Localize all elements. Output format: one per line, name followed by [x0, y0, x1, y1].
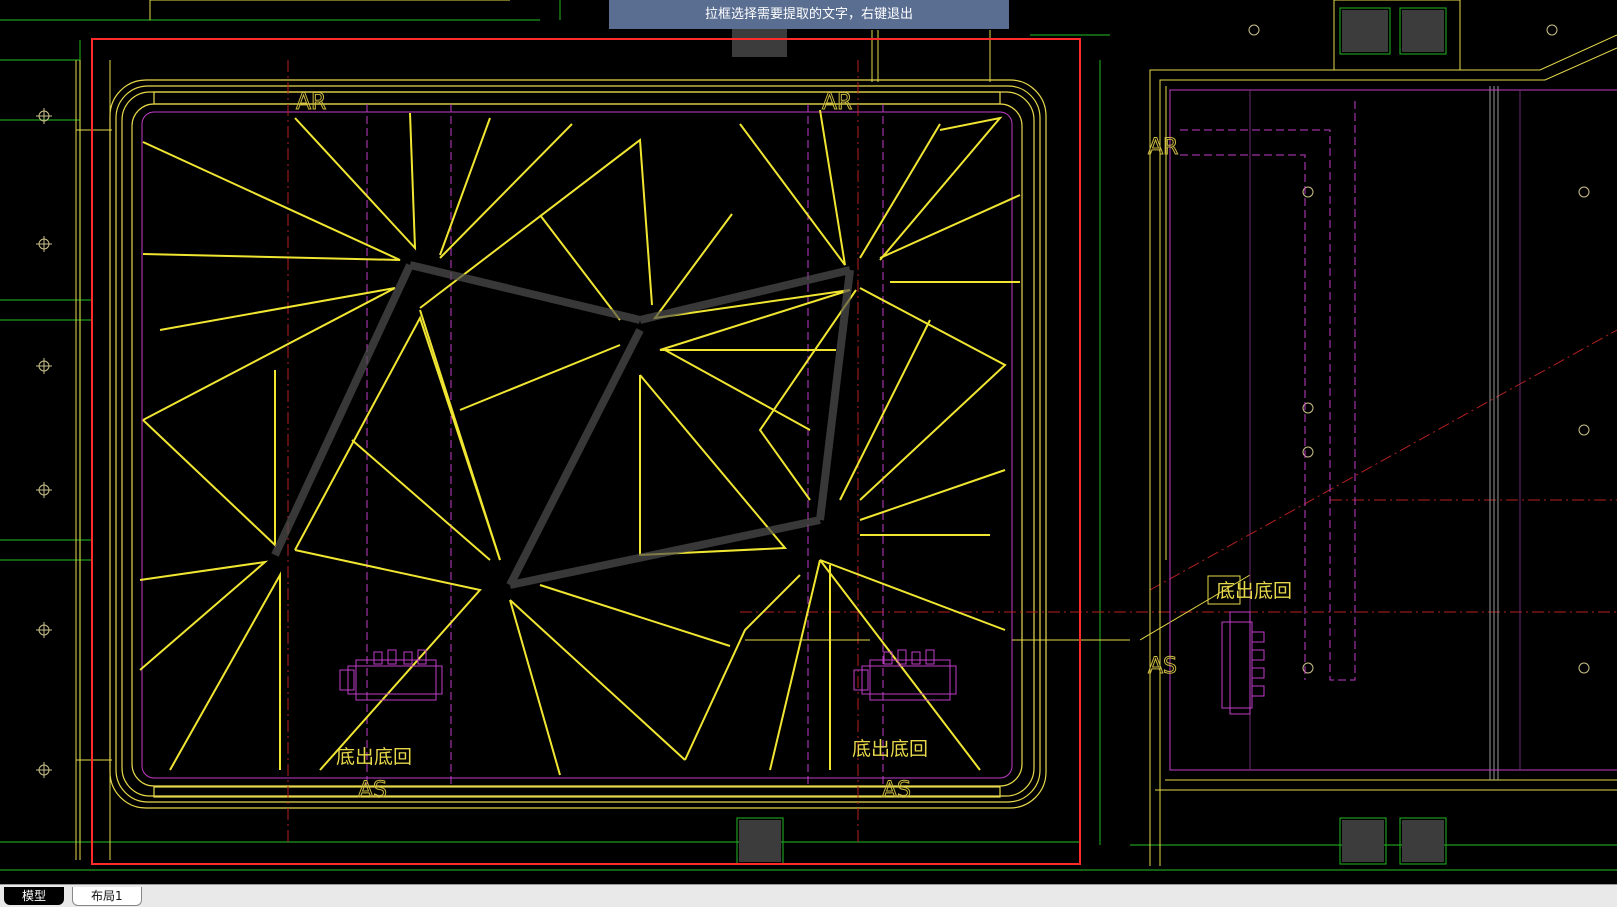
cad-drawing-canvas[interactable]: AR AR AR AS AS AS 底出底回 底出底回 底出底回	[0, 0, 1617, 906]
tab-model[interactable]: 模型	[4, 887, 65, 905]
red-dashed-axes	[287, 60, 1617, 842]
label-as-bottom-right: AS	[882, 778, 911, 803]
label-ar-right-room: AR	[1148, 135, 1178, 160]
label-outlet-right-room: 底出底回	[1216, 580, 1292, 602]
label-outlet-right: 底出底回	[852, 738, 928, 760]
fan-coil-unit-right	[853, 649, 957, 701]
gray-columns	[732, 10, 1444, 862]
label-ar-top-left: AR	[296, 90, 326, 115]
fan-coil-unit-left	[339, 649, 443, 701]
instruction-banner: 拉框选择需要提取的文字，右键退出	[609, 0, 1009, 29]
column-marker-icons	[36, 24, 1590, 778]
label-as-right-room: AS	[1148, 654, 1177, 679]
right-room-inner-boundary	[1169, 89, 1617, 771]
selection-rectangle	[91, 38, 1081, 865]
label-ar-top-right: AR	[822, 90, 852, 115]
layout-tab-bar: 模型 布局1	[0, 884, 1617, 907]
left-walls	[75, 0, 991, 860]
label-outlet-left: 底出底回	[336, 746, 412, 768]
tab-layout-1[interactable]: 布局1	[72, 887, 142, 906]
label-as-bottom-left: AS	[358, 778, 387, 803]
fan-coil-unit-right-room	[1221, 611, 1265, 715]
